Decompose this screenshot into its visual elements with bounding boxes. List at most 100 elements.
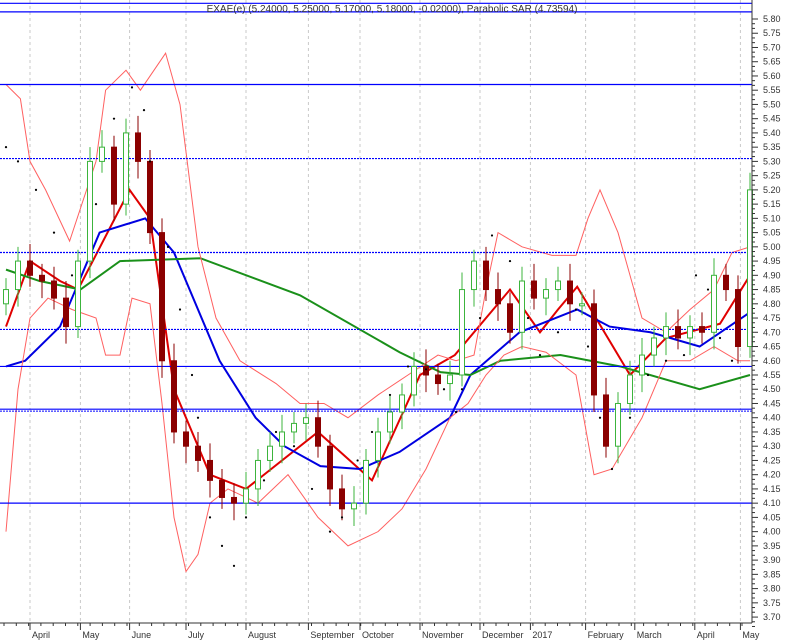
chart-title: EXAE(e) (5.24000, 5.25000, 5.17000, 5.18…: [207, 4, 578, 15]
y-tick-label: 4.30: [763, 441, 781, 451]
y-tick-label: 5.50: [763, 99, 781, 109]
candle-body: [375, 431, 381, 461]
y-tick-label: 5.70: [763, 42, 781, 52]
sar-dot: [232, 564, 236, 567]
sar-dot: [610, 467, 614, 471]
sar-dot: [478, 316, 482, 320]
candle-body: [75, 260, 81, 328]
sar-dot: [16, 160, 20, 163]
sar-dot: [142, 109, 146, 112]
y-tick-label: 5.80: [763, 14, 781, 24]
candle-body: [39, 274, 45, 282]
candle-body: [531, 280, 537, 299]
candle-body: [579, 303, 585, 307]
sar-dot: [244, 516, 248, 519]
sar-dot: [538, 353, 542, 357]
y-tick-label: 5.10: [763, 213, 781, 223]
stock-chart: April May June July August September October No…: [0, 0, 809, 644]
x-tick-label: April: [32, 630, 50, 640]
candle-body: [447, 374, 453, 385]
candle-body: [291, 422, 297, 433]
sar-dot: [292, 445, 296, 448]
sar-dot: [556, 331, 560, 334]
y-tick-label: 3.75: [763, 598, 781, 608]
y-tick-label: 3.70: [763, 612, 781, 622]
y-tick-label: 5.05: [763, 228, 781, 238]
candle-body: [663, 326, 669, 339]
candle-body: [3, 289, 9, 305]
sar-dot: [442, 388, 446, 391]
candle-body: [243, 488, 249, 504]
candle-body: [51, 280, 57, 299]
sar-dot: [682, 353, 686, 357]
y-tick-label: 4.35: [763, 427, 781, 437]
y-tick-label: 4.15: [763, 484, 781, 494]
sar-dot: [94, 203, 98, 206]
x-tick-label: March: [637, 630, 662, 640]
sar-dot: [310, 487, 314, 491]
chart-svg: April May June July August September October No…: [0, 0, 781, 640]
sar-dot: [70, 274, 74, 277]
candle-body: [87, 160, 93, 262]
y-tick-label: 4.75: [763, 313, 781, 323]
sar-dot: [388, 393, 392, 397]
candle-body: [675, 326, 681, 339]
sar-dot: [586, 345, 590, 348]
sar-dot: [628, 416, 632, 419]
candle-body: [327, 445, 333, 490]
x-tick-label: 2017: [532, 630, 552, 640]
candle-body: [723, 274, 729, 291]
candle-body: [519, 280, 525, 333]
y-tick-label: 5.35: [763, 142, 781, 152]
x-tick-label: June: [132, 630, 152, 640]
candle-body: [267, 445, 273, 461]
candle-body: [255, 459, 261, 490]
candle-body: [735, 289, 741, 348]
candle-body: [363, 459, 369, 504]
candles: [3, 115, 753, 526]
y-tick-label: 4.65: [763, 342, 781, 352]
y-tick-label: 4.20: [763, 470, 781, 480]
y-tick-label: 5.20: [763, 185, 781, 195]
candle-body: [147, 160, 153, 234]
candle-body: [303, 417, 309, 424]
y-tick-label: 5.40: [763, 128, 781, 138]
y-tick-label: 4.95: [763, 256, 781, 266]
sar-dot: [356, 459, 359, 462]
candle-body: [483, 260, 489, 291]
sar-dot: [340, 516, 344, 519]
y-tick-label: 4.55: [763, 370, 781, 380]
candle-body: [339, 488, 345, 510]
sar-dot: [574, 308, 578, 311]
sar-dot: [664, 359, 668, 362]
y-tick-label: 3.85: [763, 569, 781, 579]
sar-dot: [598, 416, 602, 419]
y-tick-label: 5.65: [763, 57, 781, 67]
y-tick-label: 4.85: [763, 285, 781, 295]
x-tick-label: October: [362, 630, 394, 640]
candle-body: [495, 289, 501, 305]
sar-dot: [4, 146, 8, 149]
sar-dot: [694, 274, 698, 277]
x-tick-label: November: [422, 630, 464, 640]
candle-body: [159, 232, 165, 362]
candle-body: [591, 303, 597, 396]
y-tick-label: 5.15: [763, 199, 781, 209]
sar-dot: [34, 188, 38, 191]
y-tick-label: 4.45: [763, 398, 781, 408]
candle-body: [699, 326, 705, 333]
sar-dot: [208, 516, 212, 519]
candle-body: [99, 146, 105, 162]
candle-body: [195, 445, 201, 461]
candle-body: [27, 260, 33, 276]
candle-body: [627, 374, 633, 404]
ma-long-line: [5, 257, 751, 391]
candle-body: [231, 496, 237, 504]
gridlines: [29, 0, 741, 623]
y-tick-label: 4.05: [763, 512, 781, 522]
sar-dot: [526, 316, 530, 320]
sar-dot: [196, 416, 200, 419]
candle-body: [471, 260, 477, 291]
y-tick-label: 3.90: [763, 555, 781, 565]
y-tick-label: 4.00: [763, 527, 781, 537]
